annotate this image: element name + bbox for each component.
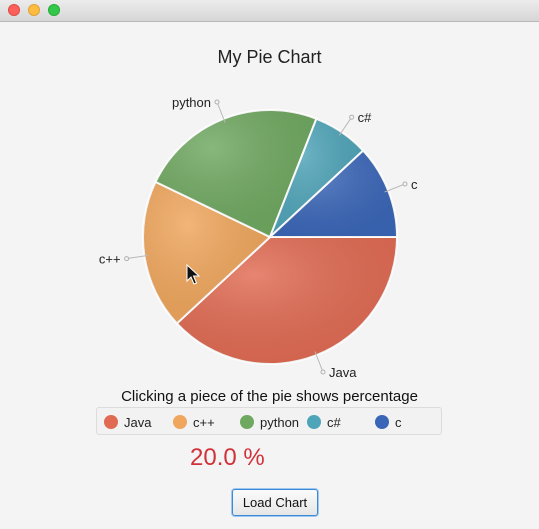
legend-color-dot (240, 415, 254, 429)
legend-label: python (260, 414, 300, 430)
pie-chart[interactable]: Java c++ python c# c (0, 0, 539, 529)
mouse-pointer-icon (186, 264, 200, 285)
legend-item-csharp: c# (307, 414, 341, 430)
legend-item-c: c (375, 414, 402, 430)
percentage-readout: 20.0 % (190, 444, 265, 471)
legend-color-dot (173, 415, 187, 429)
legend-label: Java (124, 414, 152, 430)
legend-item-cpp: c++ (173, 414, 215, 430)
instruction-caption: Clicking a piece of the pie shows percen… (121, 388, 418, 405)
slice-label-c-sharp: c# (358, 110, 373, 125)
slice-label-leader-dot (402, 181, 408, 187)
slice-label-leader-dot (349, 114, 355, 120)
load-chart-button[interactable]: Load Chart (232, 489, 318, 516)
slice-label-leader-dot (214, 99, 220, 105)
slice-label-leader-dot (124, 256, 130, 262)
slice-label-python: python (172, 95, 211, 110)
slice-label-c: c (411, 177, 418, 192)
legend-color-dot (104, 415, 118, 429)
slice-label-java: Java (329, 365, 357, 380)
legend-label: c# (327, 414, 341, 430)
legend-item-java: Java (104, 414, 151, 430)
chart-legend: Java c++ python c# c (96, 407, 442, 435)
legend-color-dot (375, 415, 389, 429)
slice-label-cpp: c++ (99, 252, 121, 267)
slice-label-leader (338, 116, 353, 136)
legend-label: c (395, 414, 402, 430)
slice-label-leader-dot (320, 369, 326, 375)
legend-label: c++ (193, 414, 215, 430)
legend-color-dot (307, 415, 321, 429)
legend-item-python: python (240, 414, 299, 430)
